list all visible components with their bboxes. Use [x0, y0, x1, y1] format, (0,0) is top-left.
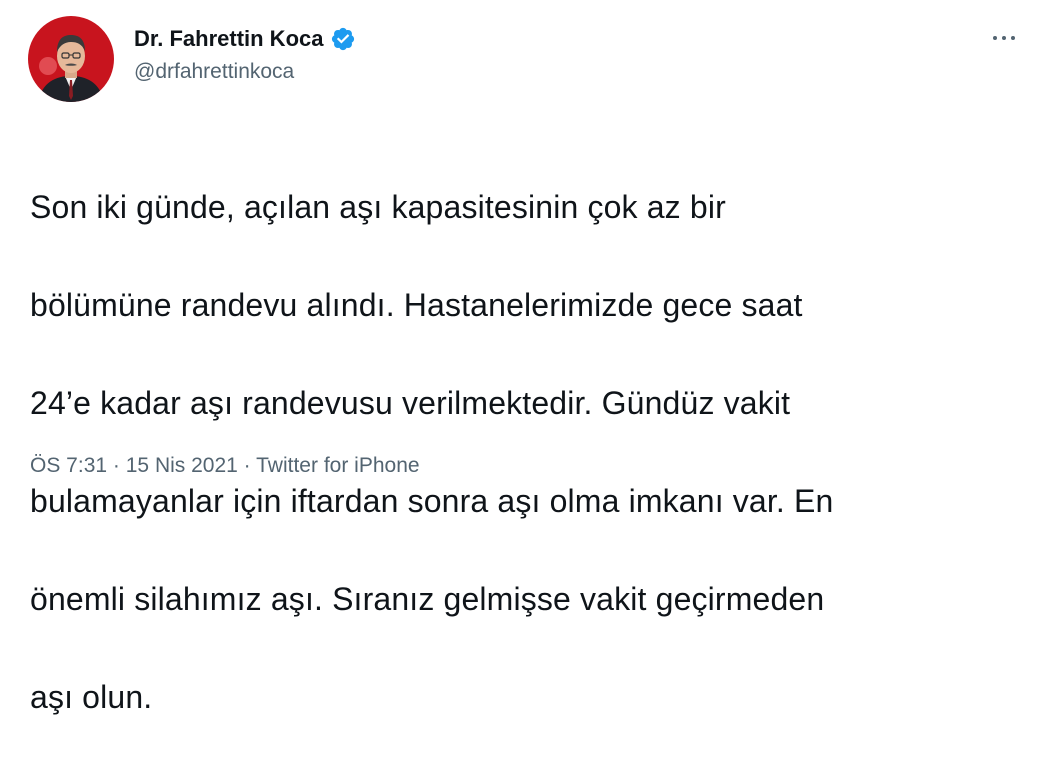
- avatar-image: [28, 16, 114, 102]
- more-dot: [993, 36, 997, 40]
- avatar[interactable]: [28, 16, 114, 102]
- tweet-text-line: önemli silahımız aşı. Sıranız gelmişse v…: [30, 581, 825, 617]
- tweet-text-line: bölümüne randevu alındı. Hastanelerimizd…: [30, 287, 803, 323]
- author-name-row: Dr. Fahrettin Koca: [134, 24, 356, 54]
- author-handle[interactable]: @drfahrettinkoca: [134, 60, 294, 84]
- tweet-text-line: bulamayanlar için iftardan sonra aşı olm…: [30, 483, 834, 519]
- more-dot: [1011, 36, 1015, 40]
- more-dot: [1002, 36, 1006, 40]
- meta-separator: ·: [112, 454, 120, 477]
- tweet-time[interactable]: ÖS 7:31: [30, 454, 107, 477]
- author-name[interactable]: Dr. Fahrettin Koca: [134, 26, 323, 52]
- tweet-text-line: Son iki günde, açılan aşı kapasitesinin …: [30, 189, 726, 225]
- tweet-source[interactable]: Twitter for iPhone: [256, 454, 419, 477]
- tweet: Dr. Fahrettin Koca @drfahrettinkoca Son …: [0, 0, 1041, 715]
- verified-badge-icon: [330, 26, 356, 52]
- tweet-meta: ÖS 7:31 · 15 Nis 2021 · Twitter for iPho…: [30, 454, 420, 478]
- meta-separator: ·: [243, 454, 251, 477]
- tweet-text: Son iki günde, açılan aşı kapasitesinin …: [30, 134, 1015, 771]
- tweet-date[interactable]: 15 Nis 2021: [126, 454, 238, 477]
- tweet-text-line: 24’e kadar aşı randevusu verilmektedir. …: [30, 385, 791, 421]
- tweet-text-line: aşı olun.: [30, 679, 153, 715]
- more-horizontal-icon[interactable]: [982, 24, 1026, 52]
